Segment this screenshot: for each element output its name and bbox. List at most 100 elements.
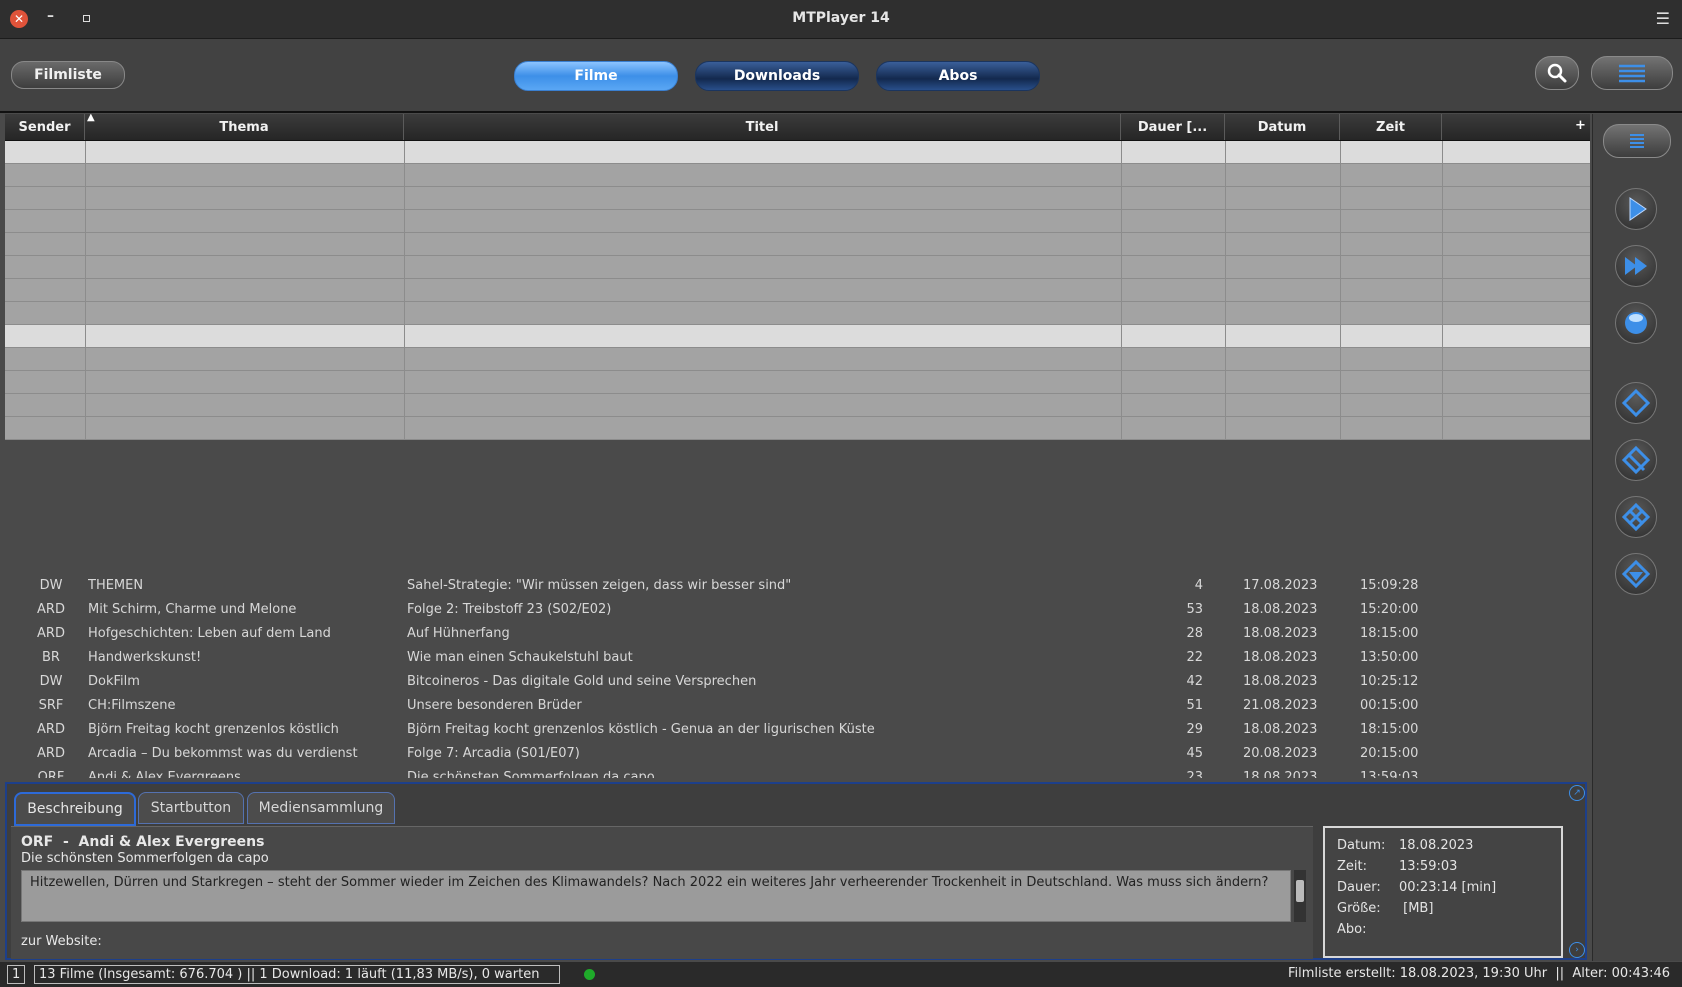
detail-subtitle: Die schönsten Sommerfolgen da capo	[21, 851, 269, 866]
delete-button[interactable]	[1615, 496, 1657, 538]
cell-divider	[1120, 210, 1122, 232]
collapse-pane-icon[interactable]: ›	[1569, 942, 1585, 958]
cell-divider	[84, 210, 86, 232]
cell-sender: BR	[42, 650, 60, 665]
table-row[interactable]: ORF Andi & Alex Evergreens Die schönsten…	[5, 766, 1590, 778]
table-row[interactable]: ARD Björn Freitag kocht grenzenlos köstl…	[5, 718, 1590, 742]
tab-mediensammlung[interactable]: Mediensammlung	[247, 792, 395, 824]
column-header-datum[interactable]: Datum	[1225, 114, 1340, 140]
empty-table-row[interactable]	[5, 187, 1590, 210]
cell-thema: Handwerkskunst!	[88, 650, 202, 665]
cell-divider	[84, 325, 86, 347]
table-row[interactable]: ARD Arcadia – Du bekommst was du verdien…	[5, 742, 1590, 766]
cell-divider	[1441, 394, 1443, 416]
cell-divider	[84, 348, 86, 370]
column-header-zeit[interactable]: Zeit	[1340, 114, 1442, 140]
table-row[interactable]: DW DokFilm Bitcoineros - Das digitale Go…	[5, 670, 1590, 694]
fast-forward-button[interactable]	[1615, 245, 1657, 287]
tab-filme[interactable]: Filme	[514, 61, 678, 91]
cell-divider	[1120, 256, 1122, 278]
empty-table-row[interactable]	[5, 233, 1590, 256]
empty-table-row[interactable]	[5, 371, 1590, 394]
tab-beschreibung[interactable]: Beschreibung	[14, 792, 136, 826]
cell-datum: 18.08.2023	[1243, 602, 1318, 617]
column-header-dauer[interactable]: Dauer [...	[1121, 114, 1225, 140]
tab-abos[interactable]: Abos	[876, 61, 1040, 91]
cell-sender: ARD	[37, 746, 65, 761]
column-header-titel[interactable]: Titel	[404, 114, 1121, 140]
empty-table-row[interactable]	[5, 210, 1590, 233]
side-menu-button[interactable]	[1603, 124, 1671, 158]
status-page-number: 1	[7, 965, 26, 984]
download-diamond-button[interactable]	[1615, 382, 1657, 424]
hamburger-menu-icon[interactable]: ☰	[1656, 9, 1670, 28]
cell-divider	[1441, 279, 1443, 301]
column-header-sender[interactable]: Sender	[5, 114, 85, 140]
cell-divider	[403, 371, 405, 393]
cell-titel: Björn Freitag kocht grenzenlos köstlich …	[407, 722, 875, 737]
table-row[interactable]: BR Handwerkskunst! Wie man einen Schauke…	[5, 646, 1590, 670]
cell-divider	[1224, 394, 1226, 416]
cell-zeit: 15:20:00	[1360, 602, 1419, 617]
empty-table-row[interactable]	[5, 141, 1590, 164]
search-button[interactable]	[1535, 56, 1579, 90]
empty-table-row[interactable]	[5, 256, 1590, 279]
cell-datum: 18.08.2023	[1243, 674, 1318, 689]
empty-table-row[interactable]	[5, 348, 1590, 371]
cell-divider	[403, 417, 405, 439]
description-panel: ORF - Andi & Alex Evergreens Die schönst…	[11, 826, 1313, 959]
description-text[interactable]: Hitzewellen, Dürren und Starkregen – ste…	[21, 870, 1291, 922]
cell-divider	[1339, 210, 1341, 232]
download-button[interactable]	[1615, 553, 1657, 595]
cell-divider	[1224, 233, 1226, 255]
cell-zeit: 00:15:00	[1360, 698, 1419, 713]
cell-divider	[1339, 371, 1341, 393]
cell-divider	[1224, 302, 1226, 324]
website-link[interactable]: zur Website:	[21, 934, 102, 949]
bookmark-button[interactable]	[1615, 439, 1657, 481]
play-icon	[1629, 197, 1647, 221]
table-row[interactable]: ARD Hofgeschichten: Leben auf dem Land A…	[5, 622, 1590, 646]
cell-zeit: 18:15:00	[1360, 626, 1419, 641]
filmliste-button[interactable]: Filmliste	[11, 61, 125, 89]
column-chooser-icon[interactable]: +	[1575, 118, 1586, 133]
empty-table-row[interactable]	[5, 394, 1590, 417]
column-header-thema[interactable]: Thema	[85, 114, 404, 140]
cell-divider	[1441, 233, 1443, 255]
status-filmliste-info: Filmliste erstellt: 18.08.2023, 19:30 Uh…	[1288, 966, 1670, 981]
cell-zeit: 13:59:03	[1360, 770, 1419, 778]
cell-divider	[84, 417, 86, 439]
cell-divider	[1441, 210, 1443, 232]
list-menu-icon	[1630, 134, 1644, 148]
stop-button[interactable]	[1615, 302, 1657, 344]
play-button[interactable]	[1615, 188, 1657, 230]
cell-divider	[403, 394, 405, 416]
tab-startbutton[interactable]: Startbutton	[138, 792, 244, 824]
table-row[interactable]: ARD Mit Schirm, Charme und Melone Folge …	[5, 598, 1590, 622]
table-row[interactable]: DW THEMEN Sahel-Strategie: "Wir müssen z…	[5, 574, 1590, 598]
detach-pane-icon[interactable]: ↗	[1569, 785, 1585, 801]
cell-divider	[1224, 210, 1226, 232]
table-row[interactable]: SRF CH:Filmszene Unsere besonderen Brüde…	[5, 694, 1590, 718]
empty-table-row[interactable]	[5, 279, 1590, 302]
cell-divider	[84, 256, 86, 278]
description-scrollbar[interactable]	[1294, 870, 1306, 922]
cell-divider	[1441, 256, 1443, 278]
window-title: MTPlayer 14	[792, 10, 890, 26]
tab-downloads[interactable]: Downloads	[695, 61, 859, 91]
cell-thema: Andi & Alex Evergreens	[88, 770, 241, 778]
cell-titel: Bitcoineros - Das digitale Gold und sein…	[407, 674, 757, 689]
cell-divider	[84, 302, 86, 324]
menu-button[interactable]	[1591, 56, 1673, 90]
cell-divider	[1441, 348, 1443, 370]
empty-table-row[interactable]	[5, 325, 1590, 348]
empty-table-row[interactable]	[5, 302, 1590, 325]
empty-table-row[interactable]	[5, 164, 1590, 187]
cell-divider	[403, 233, 405, 255]
cell-divider	[1224, 417, 1226, 439]
cell-sender: ARD	[37, 722, 65, 737]
empty-table-row[interactable]	[5, 417, 1590, 440]
cell-thema: THEMEN	[88, 578, 144, 593]
status-info: 13 Filme (Insgesamt: 676.704 ) || 1 Down…	[34, 965, 560, 984]
cell-divider	[1339, 325, 1341, 347]
